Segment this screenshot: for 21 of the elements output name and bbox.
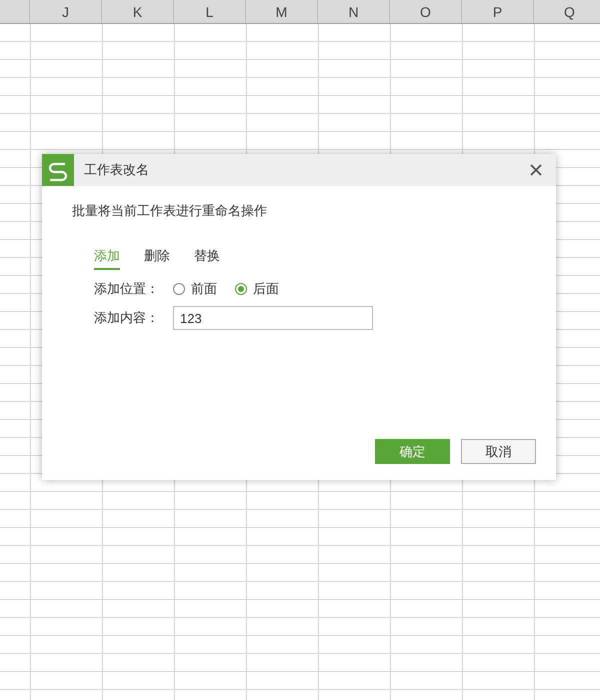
column-heading[interactable]: K bbox=[102, 0, 174, 23]
column-heading[interactable]: P bbox=[462, 0, 534, 23]
column-heading[interactable]: L bbox=[174, 0, 246, 23]
radio-option[interactable]: 后面 bbox=[235, 280, 279, 298]
input-field[interactable]: 123 bbox=[173, 306, 373, 330]
radio-button[interactable] bbox=[235, 283, 247, 295]
cancel-button[interactable]: 取消 bbox=[461, 439, 536, 464]
field-label: 添加位置： bbox=[94, 281, 160, 298]
radio-button[interactable] bbox=[173, 283, 185, 295]
column-heading[interactable]: M bbox=[246, 0, 318, 23]
column-heading[interactable]: O bbox=[390, 0, 462, 23]
close-icon bbox=[530, 164, 542, 176]
dialog-title: 工作表改名 bbox=[84, 162, 150, 179]
radio-option[interactable]: 前面 bbox=[173, 280, 217, 298]
column-heading[interactable]: J bbox=[30, 0, 102, 23]
dialog-description: 批量将当前工作表进行重命名操作 bbox=[72, 203, 267, 220]
tab[interactable]: 删除 bbox=[144, 247, 170, 270]
field-label: 添加内容： bbox=[94, 310, 160, 327]
tab[interactable]: 替换 bbox=[194, 247, 220, 270]
column-heading[interactable]: N bbox=[318, 0, 390, 23]
column-heading[interactable]: Q bbox=[534, 0, 600, 23]
